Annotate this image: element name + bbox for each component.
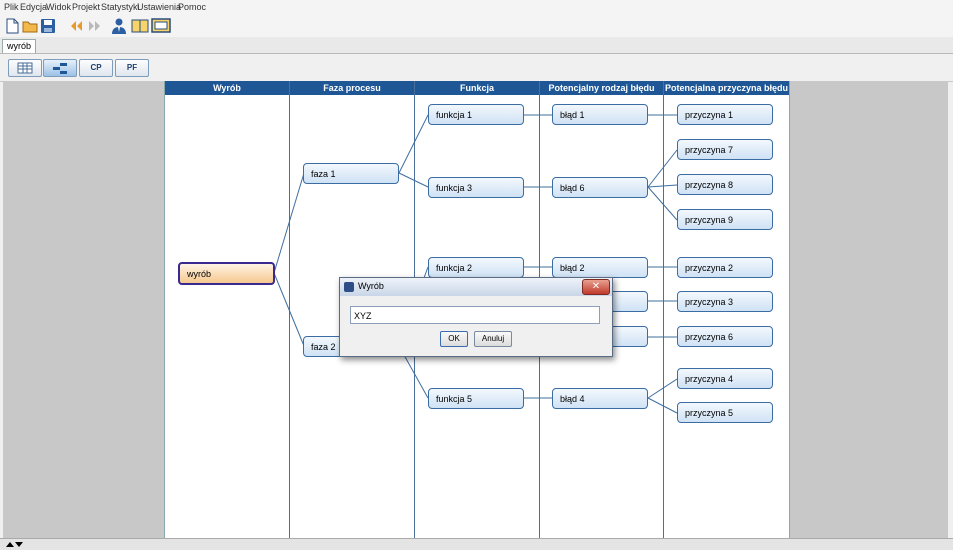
connector	[647, 184, 678, 188]
table-view-button[interactable]	[8, 59, 42, 77]
edit-dialog: Wyrób ✕ XYZ OK Anuluj	[339, 277, 613, 357]
tree-view-button[interactable]	[43, 59, 77, 77]
node-product[interactable]: wyrób	[178, 262, 275, 285]
node-function[interactable]: funkcja 1	[428, 104, 524, 125]
menu-projekt[interactable]: Projekt	[72, 2, 100, 12]
tree-icon	[53, 63, 67, 74]
cancel-button[interactable]: Anuluj	[474, 331, 512, 347]
node-error[interactable]: błąd 4	[552, 388, 648, 409]
menu-pomoc[interactable]: Pomoc	[178, 2, 206, 12]
next-button[interactable]	[86, 17, 104, 35]
node-cause[interactable]: przyczyna 9	[677, 209, 773, 230]
dialog-title: Wyrób	[358, 281, 384, 291]
menu-bar: Plik Edycja Widok Projekt Statystyki Ust…	[0, 0, 953, 15]
menu-plik[interactable]: Plik	[4, 2, 19, 12]
node-cause[interactable]: przyczyna 3	[677, 291, 773, 312]
name-input[interactable]: XYZ	[350, 306, 600, 324]
ok-button[interactable]: OK	[440, 331, 468, 347]
node-error[interactable]: błąd 6	[552, 177, 648, 198]
user-icon	[112, 18, 126, 34]
node-cause[interactable]: przyczyna 2	[677, 257, 773, 278]
menu-ustawienia[interactable]: Ustawienia	[137, 2, 181, 12]
menu-statystyki[interactable]: Statystyki	[101, 2, 140, 12]
save-icon	[41, 19, 55, 33]
node-cause[interactable]: przyczyna 8	[677, 174, 773, 195]
node-function[interactable]: funkcja 3	[428, 177, 524, 198]
collapse-arrows-icon[interactable]	[4, 539, 24, 549]
user-button[interactable]	[110, 17, 128, 35]
open-folder-button[interactable]	[21, 17, 39, 35]
new-file-button[interactable]	[3, 17, 21, 35]
connector	[398, 172, 429, 188]
toolbar	[0, 15, 953, 37]
node-error[interactable]: błąd 1	[552, 104, 648, 125]
status-bar	[0, 538, 953, 550]
node-cause[interactable]: przyczyna 1	[677, 104, 773, 125]
view-toolbar: CP PF	[0, 54, 953, 82]
double-left-arrow-icon	[71, 21, 82, 31]
node-error[interactable]: błąd 2	[552, 257, 648, 278]
connector	[273, 272, 305, 347]
connector	[398, 114, 429, 174]
monitor-button[interactable]	[151, 17, 171, 35]
connector	[647, 397, 678, 414]
save-button[interactable]	[39, 17, 57, 35]
tab-strip: wyrób	[0, 37, 953, 54]
node-function[interactable]: funkcja 2	[428, 257, 524, 278]
previous-button[interactable]	[67, 17, 85, 35]
monitor-icon	[151, 18, 171, 33]
node-cause[interactable]: przyczyna 6	[677, 326, 773, 347]
node-cause[interactable]: przyczyna 5	[677, 402, 773, 423]
pf-view-button[interactable]: PF	[115, 59, 149, 77]
node-function[interactable]: funkcja 5	[428, 388, 524, 409]
java-app-icon	[344, 282, 354, 292]
folder-open-icon	[22, 21, 38, 33]
node-phase[interactable]: faza 1	[303, 163, 399, 184]
tab-wyrob[interactable]: wyrób	[2, 39, 37, 53]
table-icon	[17, 62, 33, 74]
connector	[647, 186, 678, 221]
cp-view-button[interactable]: CP	[79, 59, 113, 77]
node-cause[interactable]: przyczyna 7	[677, 139, 773, 160]
double-right-arrow-icon	[89, 21, 100, 31]
new-file-icon	[6, 18, 19, 34]
node-cause[interactable]: przyczyna 4	[677, 368, 773, 389]
connector	[647, 149, 678, 188]
connector	[273, 172, 305, 274]
menu-edycja[interactable]: Edycja	[20, 2, 47, 12]
dialog-titlebar[interactable]: Wyrób ✕	[340, 278, 612, 296]
book-button[interactable]	[130, 17, 150, 35]
book-icon	[131, 19, 149, 33]
connector	[647, 378, 678, 399]
close-icon[interactable]: ✕	[582, 279, 610, 295]
menu-widok[interactable]: Widok	[46, 2, 71, 12]
